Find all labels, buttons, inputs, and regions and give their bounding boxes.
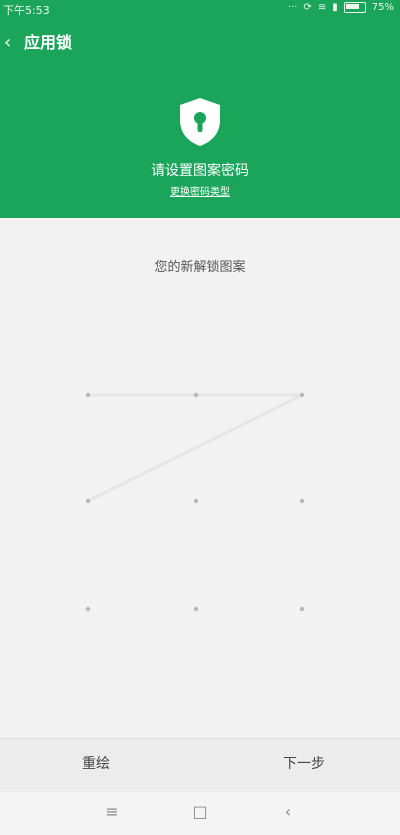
header: 下午5:53 ··· ⟳ ≋ ▮ 75% ‹ 应用锁 请设置图案密码 更换密码类… xyxy=(0,0,400,218)
sync-icon: ⟳ xyxy=(303,2,312,13)
pattern-dot[interactable] xyxy=(85,498,91,504)
pattern-dot[interactable] xyxy=(299,498,305,504)
action-bar: 重绘 下一步 xyxy=(0,738,400,791)
screen: 下午5:53 ··· ⟳ ≋ ▮ 75% ‹ 应用锁 请设置图案密码 更换密码类… xyxy=(0,0,400,835)
pattern-segment xyxy=(86,393,304,503)
pattern-grid[interactable] xyxy=(0,218,400,738)
dots-icon: ··· xyxy=(287,2,298,13)
pattern-body: 您的新解锁图案 xyxy=(0,218,400,738)
home-icon[interactable]: □ xyxy=(180,802,220,826)
page-title: 应用锁 xyxy=(24,33,73,52)
pattern-dot[interactable] xyxy=(193,498,199,504)
pattern-dots xyxy=(85,392,305,612)
next-step-button[interactable]: 下一步 xyxy=(264,753,344,773)
shield-lock-icon xyxy=(176,96,224,148)
pattern-dot[interactable] xyxy=(299,392,305,398)
status-time: 下午5:53 xyxy=(3,4,50,17)
wifi-icon: ≋ xyxy=(317,2,327,13)
pattern-dot[interactable] xyxy=(193,392,199,398)
redraw-button[interactable]: 重绘 xyxy=(56,753,136,773)
signal-icon: ▮ xyxy=(332,2,338,13)
change-password-type-link[interactable]: 更换密码类型 xyxy=(0,183,400,198)
title-row: ‹ 应用锁 xyxy=(0,30,400,58)
pattern-dot[interactable] xyxy=(85,606,91,612)
nav-bar: ≡ □ ‹ xyxy=(0,791,400,835)
setup-title: 请设置图案密码 xyxy=(151,163,249,179)
battery-percent: 75% xyxy=(371,2,394,13)
pattern-dot[interactable] xyxy=(299,606,305,612)
pattern-lines xyxy=(86,393,304,503)
back-nav-icon[interactable]: ‹ xyxy=(268,802,308,826)
back-chevron-icon[interactable]: ‹ xyxy=(4,34,11,52)
status-icons: ··· ⟳ ≋ ▮ 75% xyxy=(288,2,394,13)
pattern-dot[interactable] xyxy=(193,606,199,612)
status-bar: 下午5:53 ··· ⟳ ≋ ▮ 75% xyxy=(0,0,400,18)
battery-icon xyxy=(343,2,366,13)
menu-icon[interactable]: ≡ xyxy=(92,802,132,826)
pattern-dot[interactable] xyxy=(85,392,91,398)
